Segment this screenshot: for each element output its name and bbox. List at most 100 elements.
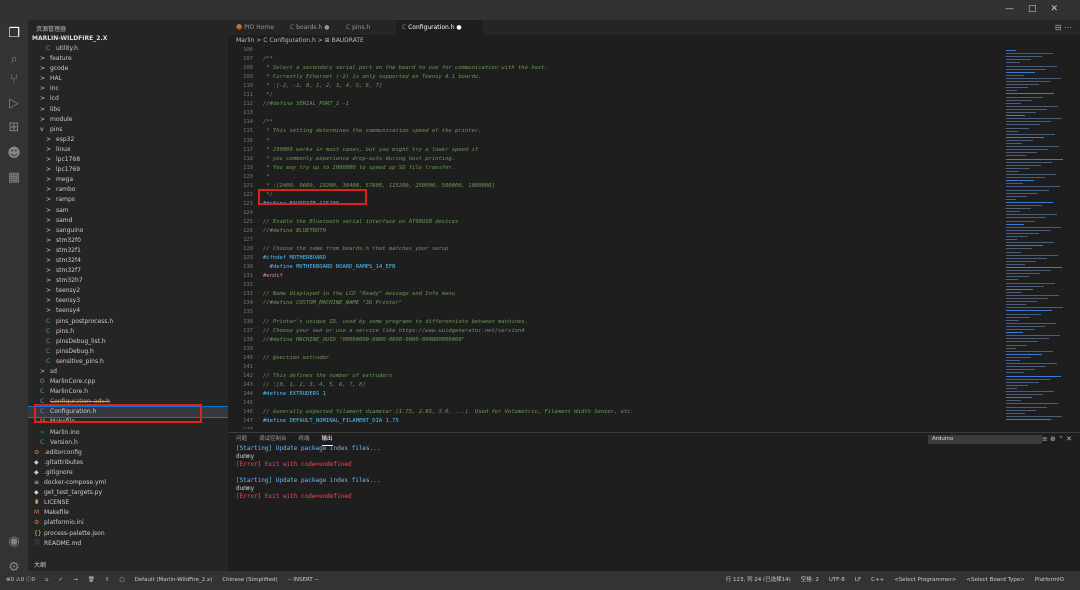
status-item[interactable]: -- INSERT --	[288, 577, 319, 583]
folder-item[interactable]: > teensy4	[28, 306, 228, 316]
status-item[interactable]: ⌂	[45, 577, 49, 583]
file-item[interactable]: {} process-palette.json	[28, 529, 228, 539]
folder-item[interactable]: > lpc1769	[28, 165, 228, 175]
folder-item[interactable]: > linux	[28, 145, 228, 155]
folder-item[interactable]: > stm32f1	[28, 246, 228, 256]
file-item[interactable]: C Configuration_adv.h	[28, 397, 228, 407]
workspace-root[interactable]: MARLIN-WILDFIRE_2.X	[28, 34, 228, 44]
code-editor[interactable]: 106 107/** 108 * Select a secondary serial…	[228, 46, 1004, 429]
account-icon[interactable]: ◉	[6, 534, 22, 550]
status-item[interactable]: PlatformIO	[1035, 577, 1064, 583]
extensions-icon[interactable]: ⊞	[6, 120, 22, 136]
platformio-icon[interactable]: ☻	[6, 146, 22, 162]
folder-item[interactable]: > esp32	[28, 135, 228, 145]
panel-tab[interactable]: 终端	[299, 433, 310, 445]
search-icon[interactable]: ⌕	[6, 52, 22, 68]
file-item[interactable]: M Makefile	[28, 508, 228, 518]
folder-item[interactable]: > teensy2	[28, 286, 228, 296]
folder-item[interactable]: > teensy3	[28, 296, 228, 306]
status-item[interactable]: C++	[871, 577, 884, 583]
minimap-line	[1006, 143, 1022, 144]
minimap-line	[1006, 220, 1035, 222]
status-item[interactable]: 空格: 2	[801, 577, 819, 583]
folder-item[interactable]: > mega	[28, 175, 228, 185]
database-icon[interactable]: ▦	[6, 170, 22, 186]
tab-configuration-h[interactable]: C Configuration.h ●	[396, 20, 482, 35]
folder-item[interactable]: > stm32f0	[28, 236, 228, 246]
folder-item[interactable]: > sam	[28, 206, 228, 216]
file-item[interactable]: ◆ .gitattributes	[28, 458, 228, 468]
status-item[interactable]: <Select Board Type>	[966, 577, 1024, 583]
status-item[interactable]: ⇧	[105, 577, 110, 583]
file-item[interactable]: ⚙ platformio.ini	[28, 518, 228, 528]
minimap-line	[1006, 325, 1045, 327]
status-item[interactable]: <Select Programmer>	[894, 577, 956, 583]
folder-item[interactable]: > sd	[28, 367, 228, 377]
status-item[interactable]: 🗑	[88, 577, 95, 583]
file-item[interactable]: Cpins_postprocess.h	[28, 317, 228, 327]
panel-tab[interactable]: 调试控制台	[259, 433, 287, 445]
folder-item[interactable]: > HAL	[28, 74, 228, 84]
file-item[interactable]: ⓘ README.md	[28, 539, 228, 549]
window-controls[interactable]: —□✕	[1005, 4, 1072, 14]
folder-item[interactable]: > samd	[28, 216, 228, 226]
file-item[interactable]: ∞ Marlin.ino	[28, 428, 228, 438]
files-icon[interactable]: ❐	[6, 26, 22, 42]
folder-item[interactable]: > lpc1768	[28, 155, 228, 165]
status-item[interactable]: ⊗0 ⚠0 ⓘ0	[6, 577, 35, 583]
source-control-icon[interactable]: ⑂	[6, 72, 22, 88]
file-item[interactable]: CpinsDebug_list.h	[28, 337, 228, 347]
line-number: 137	[243, 327, 253, 334]
folder-item[interactable]: v pins	[28, 125, 228, 135]
status-item[interactable]: UTF-8	[829, 577, 845, 583]
folder-item[interactable]: > module	[28, 115, 228, 125]
file-item[interactable]: CpinsDebug.h	[28, 347, 228, 357]
file-item[interactable]: Cpins.h	[28, 327, 228, 337]
status-item[interactable]: Default (Marlin-WildFire_2.x)	[135, 577, 213, 583]
file-item[interactable]: ≡ docker-compose.yml	[28, 478, 228, 488]
breadcrumb[interactable]: Marlin > C Configuration.h > ⊞ BAUDRATE	[228, 35, 1080, 46]
file-item[interactable]: ◆ .gitignore	[28, 468, 228, 478]
folder-item[interactable]: > gcode	[28, 64, 228, 74]
panel-tab[interactable]: 问题	[236, 433, 247, 445]
file-item[interactable]: Cutility.h	[28, 44, 228, 54]
file-item[interactable]: ♜ LICENSE	[28, 498, 228, 508]
folder-item[interactable]: > lcd	[28, 94, 228, 104]
tab-pio-home[interactable]: ☻ PIO Home	[230, 20, 282, 35]
file-item[interactable]: C Configuration.h	[28, 406, 228, 419]
file-item[interactable]: C MarlinCore.h	[28, 387, 228, 397]
file-item[interactable]: M Makefile	[28, 417, 228, 427]
panel-actions[interactable]: ≡ ⊕ ⌃ ✕	[1042, 435, 1072, 443]
tree-item-label: teensy3	[56, 297, 81, 305]
file-item[interactable]: ⚙ .editorconfig	[28, 448, 228, 458]
editor-scrollbar[interactable]	[1070, 46, 1080, 429]
tab-boards-h[interactable]: C boards.h ●	[284, 20, 338, 35]
minimap-line	[1006, 164, 1041, 166]
outline-section[interactable]: 大纲	[34, 561, 46, 571]
run-debug-icon[interactable]: ▷	[6, 96, 22, 112]
tab-pins-h[interactable]: C pins.h	[340, 20, 394, 35]
folder-item[interactable]: > ramps	[28, 195, 228, 205]
folder-item[interactable]: > libs	[28, 105, 228, 115]
folder-item[interactable]: > stm32h7	[28, 276, 228, 286]
folder-item[interactable]: > stm32f7	[28, 266, 228, 276]
status-item[interactable]: ▢	[119, 577, 124, 583]
status-item[interactable]: Chinese (Simplified)	[222, 577, 277, 583]
file-item[interactable]: C Version.h	[28, 438, 228, 448]
editor-actions[interactable]: ⊟ ⋯	[1055, 23, 1072, 32]
folder-item[interactable]: > stm32f4	[28, 256, 228, 266]
folder-item[interactable]: > inc	[28, 84, 228, 94]
file-item[interactable]: ◆ get_test_targets.py	[28, 488, 228, 498]
status-item[interactable]: 行 123, 列 24 (已选择14)	[726, 577, 791, 583]
minimap[interactable]	[1004, 46, 1070, 429]
status-item[interactable]: ✓	[59, 577, 64, 583]
file-item[interactable]: G MarlinCore.cpp	[28, 377, 228, 387]
file-item[interactable]: Csensitive_pins.h	[28, 357, 228, 367]
minimap-line	[1006, 146, 1059, 148]
output-channel-select[interactable]: Arduino	[928, 435, 1042, 444]
status-item[interactable]: →	[73, 577, 78, 583]
status-item[interactable]: LF	[855, 577, 861, 583]
folder-item[interactable]: > feature	[28, 54, 228, 64]
folder-item[interactable]: > sanguino	[28, 226, 228, 236]
folder-item[interactable]: > rambo	[28, 185, 228, 195]
